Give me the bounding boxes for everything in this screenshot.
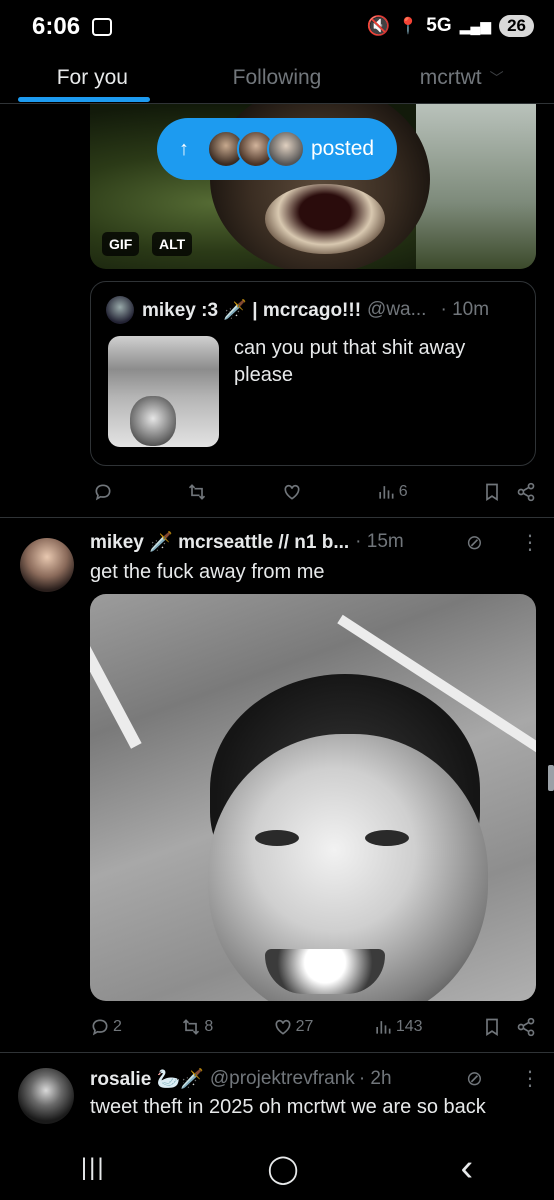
quote-author-name: mikey :3 🗡️ | mcrcago!!! (142, 300, 362, 321)
more-options-icon[interactable]: ⋮ (520, 530, 540, 555)
photo-eye (255, 830, 299, 846)
retweet-icon (183, 1019, 200, 1035)
tweet-author-name[interactable]: mikey 🗡️ mcrseattle // n1 b... (90, 530, 349, 554)
retweet-icon (189, 484, 206, 500)
tweet-header: mikey 🗡️ mcrseattle // n1 b... · 15m (90, 530, 404, 554)
tab-mcrtwt[interactable]: mcrtwt ﹀ (369, 52, 554, 104)
reply-button[interactable]: 2 (90, 1017, 122, 1037)
quote-time: · 10m (440, 299, 490, 320)
retweet-button[interactable]: 8 (181, 1017, 213, 1037)
status-time: 6:06 (32, 13, 81, 40)
share-group (482, 482, 536, 502)
scrollbar-thumb[interactable] (548, 765, 554, 791)
reply-count: 2 (113, 1018, 122, 1035)
share-group (482, 1017, 536, 1037)
share-icon[interactable] (516, 1017, 536, 1037)
avatar[interactable] (106, 296, 134, 324)
tweet-divider (0, 517, 554, 518)
mute-icon: 🔇 (366, 16, 391, 37)
like-button[interactable]: 27 (273, 1017, 314, 1037)
media-background (416, 104, 536, 269)
avatar[interactable] (18, 1068, 74, 1124)
posted-label: posted (311, 137, 375, 160)
signal-icon: ▂▄▆ (459, 17, 492, 34)
tweet-text: get the fuck away from me (90, 561, 325, 583)
avatar (267, 130, 305, 168)
tweet-divider (0, 1052, 554, 1053)
location-icon: 📍 (398, 18, 419, 35)
screenshot-icon (92, 18, 112, 36)
system-nav-bar: ||| ◯ ‹ (0, 1136, 554, 1200)
bookmark-icon[interactable] (482, 1017, 502, 1037)
recents-button[interactable]: ||| (81, 1154, 106, 1182)
share-icon[interactable] (516, 482, 536, 502)
quote-text: can you put that shit away please (234, 337, 466, 386)
like-count: 27 (295, 1018, 314, 1035)
tab-following[interactable]: Following (185, 52, 370, 104)
quote-thumbnail[interactable] (108, 336, 219, 447)
thumbnail-face (130, 396, 176, 446)
tweet-photo[interactable] (90, 594, 536, 1001)
parking-line (90, 637, 142, 749)
tweet-header: rosalie 🦢🗡️ @projektrevfrank · 2h (90, 1067, 392, 1091)
more-options-icon[interactable]: ⋮ (520, 1066, 540, 1091)
views-icon (379, 486, 394, 499)
retweet-button[interactable] (187, 482, 207, 502)
reply-icon (92, 1019, 108, 1036)
chevron-down-icon: ﹀ (489, 70, 504, 86)
grok-icon[interactable]: ⊘ (466, 530, 483, 555)
quote-header: mikey :3 🗡️ | mcrcago!!! @wa... · 10m (106, 296, 489, 324)
media-mouth (265, 184, 385, 254)
tab-mcrtwt-label: mcrtwt (419, 66, 482, 89)
heart-icon (284, 484, 300, 500)
arrow-up-icon: ↑ (179, 137, 189, 160)
quote-handle: @wa... (367, 299, 427, 320)
status-bar: 6:06 🔇 📍 5G ▂▄▆ 26 (0, 0, 554, 52)
tweet-author-name[interactable]: rosalie 🦢🗡️ (90, 1067, 204, 1091)
status-icons: 🔇 📍 5G ▂▄▆ 26 (367, 14, 534, 38)
tweet-time: · 15m (355, 531, 404, 552)
active-tab-indicator (18, 97, 150, 102)
bookmark-icon[interactable] (482, 482, 502, 502)
views-count: 143 (395, 1018, 423, 1035)
avatar[interactable] (20, 538, 74, 592)
tweet-text: tweet theft in 2025 oh mcrtwt we are so … (90, 1096, 486, 1118)
tweet-actions: 6 (90, 477, 536, 507)
views-count: 6 (398, 483, 408, 500)
views-button[interactable]: 143 (373, 1017, 423, 1037)
like-button[interactable] (282, 482, 302, 502)
new-posts-pill[interactable]: ↑ posted (157, 118, 397, 180)
reply-icon (95, 484, 111, 501)
tweet-time: · 2h (358, 1068, 392, 1089)
home-button[interactable]: ◯ (267, 1152, 298, 1185)
photo-eye (365, 830, 409, 846)
battery-badge: 26 (499, 15, 534, 37)
views-icon (376, 1021, 391, 1034)
reply-button[interactable] (93, 482, 113, 502)
back-button[interactable]: ‹ (460, 1147, 473, 1190)
views-button[interactable]: 6 (376, 482, 408, 502)
photo-mouth (265, 949, 385, 994)
gif-badge: GIF (102, 232, 140, 256)
network-label: 5G (426, 15, 452, 36)
alt-badge[interactable]: ALT (152, 232, 193, 256)
heart-icon (275, 1019, 291, 1035)
tweet-handle: @projektrevfrank (209, 1068, 355, 1089)
retweet-count: 8 (204, 1018, 214, 1035)
grok-icon[interactable]: ⊘ (466, 1066, 483, 1091)
tweet-actions: 2 8 27 143 (90, 1012, 536, 1042)
